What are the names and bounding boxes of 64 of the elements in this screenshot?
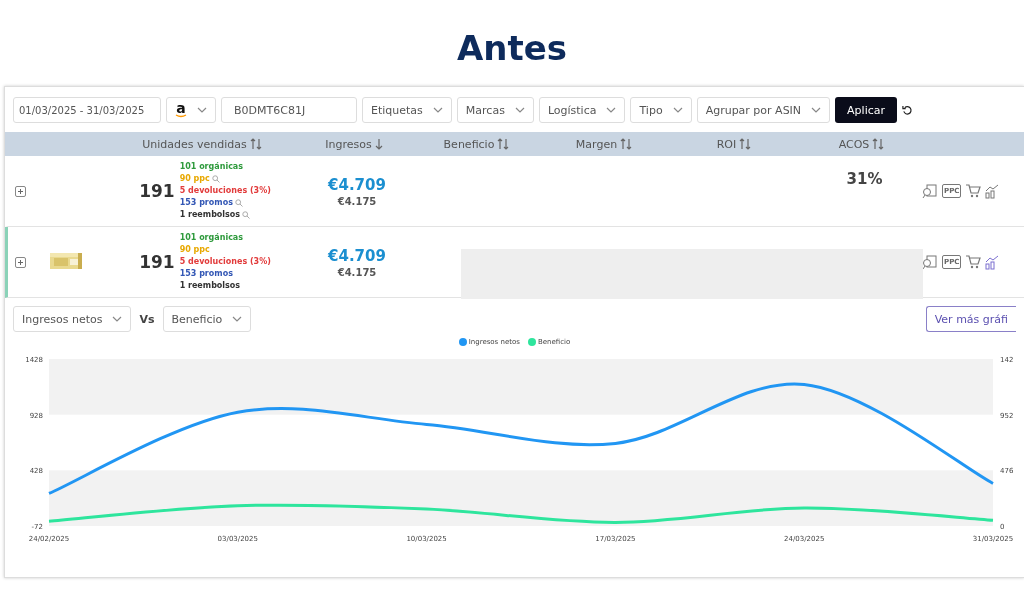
chevron-down-icon [514, 107, 525, 113]
marketplace-dropdown[interactable]: a [166, 97, 216, 123]
units-breakdown: 1 reembolsos [179, 209, 241, 221]
revenue-value: €4.709 [328, 246, 386, 265]
chart-icon[interactable] [985, 183, 1000, 199]
chevron-down-icon [672, 107, 683, 113]
date-range-field[interactable]: 01/03/2025 - 31/03/2025 [13, 97, 161, 123]
chevron-down-icon [197, 107, 207, 113]
reset-icon[interactable] [902, 104, 914, 116]
chart-icon[interactable] [985, 254, 1000, 270]
units-breakdown: 1 reembolsos [179, 280, 241, 292]
apply-button[interactable]: Aplicar [835, 97, 898, 123]
chevron-down-icon [606, 107, 617, 113]
column-header[interactable]: ACOS [838, 137, 870, 151]
net-revenue-value: €4.175 [337, 195, 377, 207]
chevron-down-icon [112, 316, 123, 322]
revenue-value: €4.709 [328, 175, 386, 194]
cart-icon[interactable] [965, 254, 982, 270]
search-icon[interactable] [234, 199, 243, 207]
units-breakdown: 90 ppc [179, 173, 210, 185]
metric-dropdown[interactable]: Beneficio [162, 306, 252, 332]
sort-icon[interactable] [739, 138, 752, 150]
asin-field[interactable]: B0DMT6C81J [221, 97, 357, 123]
metric-dropdown[interactable]: Ingresos netos [13, 306, 132, 332]
units-breakdown: 5 devoluciones (3%) [179, 185, 271, 197]
acos-value: 31% [845, 170, 884, 188]
units-breakdown: 153 promos [179, 197, 233, 209]
sort-icon[interactable] [620, 138, 633, 150]
units-breakdown: 5 devoluciones (3%) [179, 256, 271, 268]
filter-dropdown[interactable]: Marcas [456, 97, 534, 123]
expand-icon[interactable] [15, 256, 26, 268]
document-search-icon[interactable] [922, 254, 938, 270]
expand-icon[interactable] [15, 185, 26, 197]
sort-icon[interactable] [872, 138, 885, 150]
sort-descending-icon[interactable] [374, 138, 383, 150]
filter-dropdown[interactable]: Logística [538, 97, 626, 123]
chevron-down-icon [811, 107, 822, 113]
sort-icon[interactable] [249, 138, 262, 150]
units-breakdown: 153 promos [179, 268, 233, 280]
vs-label: Vs [139, 312, 155, 326]
cart-icon[interactable] [965, 183, 982, 199]
sort-icon[interactable] [497, 138, 510, 150]
filter-dropdown[interactable]: Etiquetas [362, 97, 452, 123]
filter-dropdown[interactable]: Agrupar por ASIN [696, 97, 831, 123]
chevron-down-icon [232, 316, 243, 322]
filter-dropdown[interactable]: Tipo [630, 97, 692, 123]
units-breakdown: 101 orgánicas [179, 232, 244, 244]
units-breakdown: 101 orgánicas [179, 161, 244, 173]
document-search-icon[interactable] [922, 183, 938, 199]
column-header[interactable]: Beneficio [443, 137, 495, 151]
net-revenue-value: €4.175 [337, 266, 377, 278]
column-header[interactable]: Ingresos [325, 137, 372, 151]
column-header[interactable]: ROI [716, 137, 737, 151]
chevron-down-icon [432, 107, 443, 113]
search-icon[interactable] [242, 211, 251, 219]
column-header[interactable]: Unidades vendidas [142, 137, 247, 151]
smile-curve-icon [175, 114, 187, 118]
column-header[interactable]: Margen [575, 137, 618, 151]
page-title: Antes [455, 28, 569, 68]
search-icon[interactable] [211, 175, 220, 183]
units-sold: 191 [139, 181, 175, 201]
more-charts-button[interactable]: Ver más gráfi [925, 306, 1016, 332]
units-breakdown: 90 ppc [179, 244, 210, 256]
units-sold: 191 [139, 252, 175, 272]
